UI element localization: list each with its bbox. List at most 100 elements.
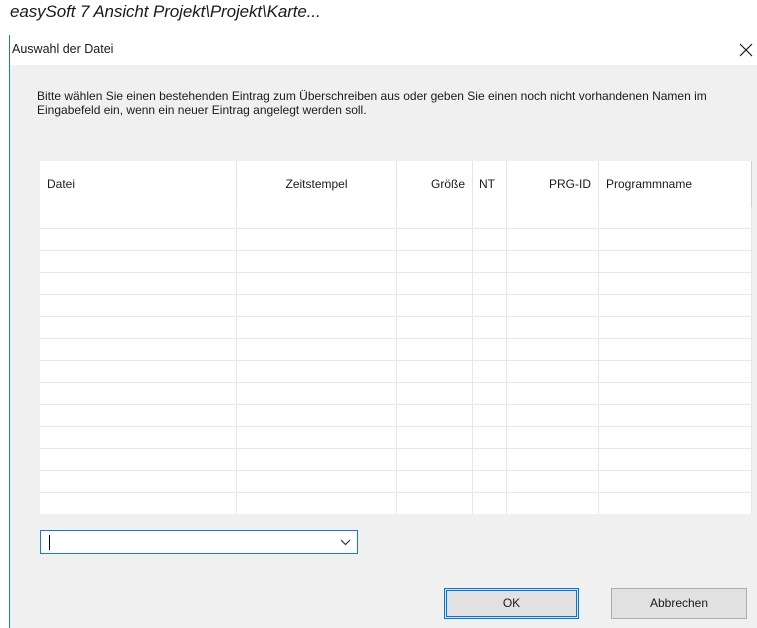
- table-cell: [473, 273, 507, 295]
- table-cell: [397, 383, 473, 405]
- table-cell: [599, 493, 752, 514]
- table-cell: [397, 295, 473, 317]
- table-cell: [397, 207, 473, 229]
- table-cell: [237, 493, 397, 514]
- table-cell: [40, 405, 237, 427]
- table-cell: [507, 405, 599, 427]
- table-cell: [599, 449, 752, 471]
- table-cell: [599, 273, 752, 295]
- table-cell: [599, 405, 752, 427]
- table-row[interactable]: [40, 339, 752, 361]
- table-cell: [507, 251, 599, 273]
- column-header-nt[interactable]: NT: [473, 161, 507, 207]
- table-cell: [507, 427, 599, 449]
- table-cell: [237, 317, 397, 339]
- table-cell: [40, 383, 237, 405]
- table-cell: [397, 339, 473, 361]
- table-cell: [507, 361, 599, 383]
- cancel-button[interactable]: Abbrechen: [611, 588, 747, 619]
- table-cell: [473, 339, 507, 361]
- table-row[interactable]: [40, 493, 752, 514]
- table-cell: [397, 251, 473, 273]
- table-cell: [237, 383, 397, 405]
- instruction-text: Bitte wählen Sie einen bestehenden Eintr…: [37, 89, 707, 117]
- table-cell: [237, 207, 397, 229]
- table-cell: [599, 427, 752, 449]
- table-cell: [473, 317, 507, 339]
- table-cell: [237, 405, 397, 427]
- table-cell: [599, 317, 752, 339]
- table-cell: [40, 471, 237, 493]
- table-row[interactable]: [40, 229, 752, 251]
- table-cell: [473, 493, 507, 514]
- table-cell: [507, 229, 599, 251]
- file-selection-dialog: Auswahl der Datei Bitte wählen Sie einen…: [9, 35, 757, 628]
- table-row[interactable]: [40, 427, 752, 449]
- filename-combobox[interactable]: [40, 530, 358, 554]
- combobox-dropdown-button[interactable]: [337, 533, 355, 551]
- table-row[interactable]: [40, 361, 752, 383]
- table-cell: [599, 383, 752, 405]
- column-header-datei[interactable]: Datei: [40, 161, 237, 207]
- table-cell: [473, 383, 507, 405]
- table-cell: [397, 361, 473, 383]
- close-icon: [739, 43, 753, 57]
- table-cell: [237, 273, 397, 295]
- table-cell: [237, 229, 397, 251]
- table-cell: [40, 229, 237, 251]
- table-cell: [40, 361, 237, 383]
- table-body: [40, 207, 752, 514]
- table-row[interactable]: [40, 317, 752, 339]
- table-header: Datei Zeitstempel Größe NT PRG-ID Progra…: [40, 161, 752, 207]
- table-cell: [473, 229, 507, 251]
- table-row[interactable]: [40, 273, 752, 295]
- table-cell: [507, 449, 599, 471]
- ok-button[interactable]: OK: [444, 588, 579, 619]
- table-cell: [599, 207, 752, 229]
- table-cell: [237, 471, 397, 493]
- table-cell: [397, 493, 473, 514]
- column-header-groesse[interactable]: Größe: [397, 161, 473, 207]
- table-cell: [40, 427, 237, 449]
- table-row[interactable]: [40, 251, 752, 273]
- table-cell: [237, 449, 397, 471]
- table-cell: [237, 295, 397, 317]
- table-cell: [507, 295, 599, 317]
- table-row[interactable]: [40, 471, 752, 493]
- table-cell: [507, 273, 599, 295]
- table-row[interactable]: [40, 383, 752, 405]
- table-cell: [237, 251, 397, 273]
- table-cell: [599, 361, 752, 383]
- table-cell: [237, 427, 397, 449]
- column-header-programmname[interactable]: Programmname: [599, 161, 752, 207]
- table-row[interactable]: [40, 207, 752, 229]
- dialog-title: Auswahl der Datei: [12, 42, 114, 56]
- table-cell: [507, 471, 599, 493]
- column-header-prg-id[interactable]: PRG-ID: [507, 161, 599, 207]
- table-row[interactable]: [40, 449, 752, 471]
- table-cell: [473, 449, 507, 471]
- column-header-zeitstempel[interactable]: Zeitstempel: [237, 161, 397, 207]
- table-cell: [40, 317, 237, 339]
- table-cell: [599, 339, 752, 361]
- table-cell: [473, 405, 507, 427]
- table-cell: [507, 339, 599, 361]
- table-row[interactable]: [40, 295, 752, 317]
- table-cell: [40, 449, 237, 471]
- dialog-titlebar: Auswahl der Datei: [10, 35, 757, 65]
- table-cell: [599, 229, 752, 251]
- table-row[interactable]: [40, 405, 752, 427]
- close-button[interactable]: [735, 35, 757, 65]
- table-cell: [40, 339, 237, 361]
- table-cell: [397, 273, 473, 295]
- table-cell: [599, 471, 752, 493]
- table-cell: [473, 295, 507, 317]
- table-cell: [397, 229, 473, 251]
- table-cell: [599, 251, 752, 273]
- chevron-down-icon: [340, 539, 351, 546]
- filename-input[interactable]: [44, 533, 329, 551]
- table-cell: [237, 339, 397, 361]
- table-cell: [397, 317, 473, 339]
- table-cell: [397, 427, 473, 449]
- file-table[interactable]: Datei Zeitstempel Größe NT PRG-ID Progra…: [40, 161, 752, 514]
